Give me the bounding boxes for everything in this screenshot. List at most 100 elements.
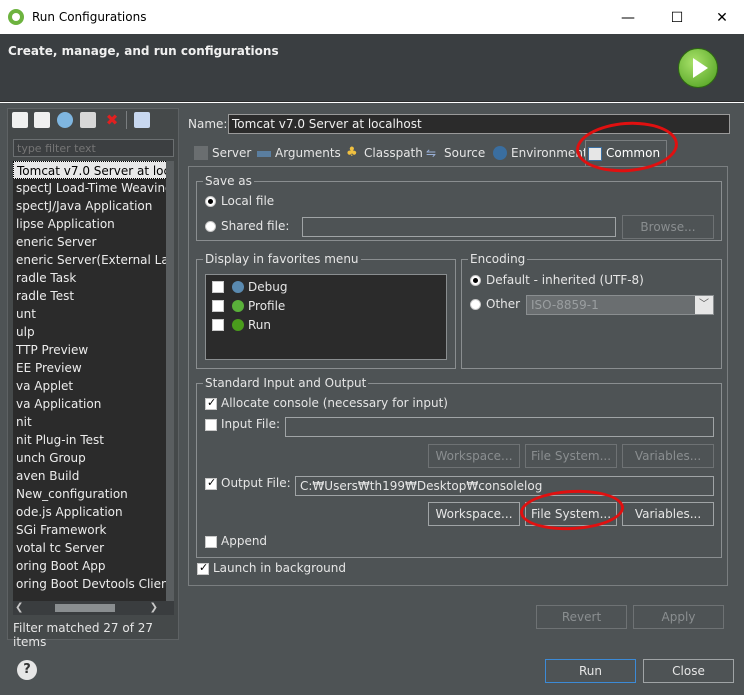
other-encoding-radio[interactable]	[470, 299, 481, 310]
launch-background-checkbox[interactable]	[197, 561, 209, 575]
tree-item[interactable]: unt	[13, 305, 174, 323]
delete-icon[interactable]: ✖	[104, 112, 120, 128]
duplicate-icon[interactable]	[80, 112, 96, 128]
output-file-field[interactable]: C:₩Users₩th199₩Desktop₩consolelog	[295, 476, 714, 496]
tab-common[interactable]: Common	[585, 140, 668, 166]
tree-item[interactable]: EE Preview	[13, 359, 174, 377]
name-label: Name:	[188, 117, 228, 131]
server-icon	[194, 146, 208, 160]
chevron-down-icon[interactable]: ﹀	[695, 296, 713, 314]
new-prototype-icon[interactable]	[34, 112, 50, 128]
encoding-select[interactable]: ISO-8859-1 ﹀	[526, 295, 714, 315]
input-file-system-button[interactable]: File System...	[525, 444, 617, 468]
filter-input[interactable]	[13, 139, 174, 157]
tree-item[interactable]: va Applet	[13, 377, 174, 395]
tab-environment[interactable]: Environment	[491, 142, 588, 164]
tree-item[interactable]: TTP Preview	[13, 341, 174, 359]
tree-item[interactable]: SGi Framework	[13, 521, 174, 539]
shared-file-input[interactable]	[302, 217, 616, 237]
export-icon[interactable]	[57, 112, 73, 128]
close-window-button[interactable]: ✕	[700, 6, 744, 30]
tree-item[interactable]: lipse Application	[13, 215, 174, 233]
classpath-icon: ♣	[346, 145, 358, 160]
browse-button[interactable]: Browse...	[622, 215, 714, 239]
allocate-console-label: Allocate console (necessary for input)	[221, 396, 448, 410]
tree-item[interactable]: aven Build	[13, 467, 174, 485]
run-checkbox[interactable]	[212, 319, 224, 331]
tree-item[interactable]: eneric Server	[13, 233, 174, 251]
new-configuration-icon[interactable]	[12, 112, 28, 128]
tab-source[interactable]: ⇋ Source	[424, 142, 485, 164]
close-button[interactable]: Close	[643, 659, 734, 683]
source-icon: ⇋	[426, 146, 437, 160]
tree-item[interactable]: nit Plug-in Test	[13, 431, 174, 449]
default-encoding-radio[interactable]	[470, 275, 481, 286]
output-variables-button[interactable]: Variables...	[622, 502, 714, 526]
tab-label: Common	[606, 146, 661, 160]
run-button[interactable]: Run	[545, 659, 636, 683]
tab-label: Server	[212, 146, 252, 160]
tab-arguments[interactable]: Arguments	[255, 142, 341, 164]
input-file-field[interactable]	[285, 417, 714, 437]
tree-item-new-configuration[interactable]: New_configuration	[13, 485, 174, 503]
input-file-checkbox[interactable]	[205, 419, 217, 431]
input-workspace-button[interactable]: Workspace...	[428, 444, 520, 468]
allocate-console-checkbox[interactable]	[205, 396, 217, 410]
output-file-system-button[interactable]: File System...	[525, 502, 617, 526]
input-file-label: Input File:	[221, 417, 281, 431]
profile-checkbox[interactable]	[212, 300, 224, 312]
append-label: Append	[221, 534, 268, 548]
output-file-label: Output File:	[221, 476, 291, 490]
profile-icon	[232, 300, 244, 312]
minimize-button[interactable]: —	[606, 6, 650, 30]
tab-classpath[interactable]: ♣ Classpath	[344, 142, 423, 164]
launch-background-label: Launch in background	[213, 561, 346, 575]
local-file-radio[interactable]	[205, 196, 216, 207]
tree-item[interactable]: nit	[13, 413, 174, 431]
tree-item[interactable]: radle Test	[13, 287, 174, 305]
apply-button[interactable]: Apply	[633, 605, 724, 629]
run-label: Run	[248, 318, 272, 332]
tree-item-tomcat[interactable]: Tomcat v7.0 Server at localhost	[13, 161, 174, 179]
tree-item[interactable]: radle Task	[13, 269, 174, 287]
append-checkbox[interactable]	[205, 536, 217, 548]
tab-label: Source	[444, 146, 486, 160]
tree-item[interactable]: ode.js Application	[13, 503, 174, 521]
common-icon	[588, 147, 602, 161]
favorites-group: Display in favorites menu Debug Profile …	[196, 252, 456, 369]
tree-item[interactable]: unch Group	[13, 449, 174, 467]
tree-item[interactable]: oring Boot App	[13, 557, 174, 575]
collapse-all-icon[interactable]	[134, 112, 150, 128]
output-workspace-button[interactable]: Workspace...	[428, 502, 520, 526]
run-icon	[232, 319, 244, 331]
tree-item[interactable]: va Application	[13, 395, 174, 413]
tab-label: Classpath	[364, 146, 423, 160]
input-variables-button[interactable]: Variables...	[622, 444, 714, 468]
toolbar-divider	[126, 111, 127, 129]
run-banner-icon	[678, 48, 718, 88]
shared-file-radio[interactable]	[205, 221, 216, 232]
scroll-right-icon[interactable]: ❯	[150, 601, 158, 615]
revert-button[interactable]: Revert	[536, 605, 627, 629]
tree-item[interactable]: eneric Server(External Launch)	[13, 251, 174, 269]
tree-vertical-scrollbar[interactable]	[166, 161, 174, 601]
tree-item[interactable]: spectJ/Java Application	[13, 197, 174, 215]
output-file-checkbox[interactable]	[205, 476, 217, 490]
tree-item[interactable]: ulp	[13, 323, 174, 341]
tree-item[interactable]: votal tc Server	[13, 539, 174, 557]
debug-icon	[232, 281, 244, 293]
tree-horizontal-scrollbar[interactable]: ❮ ❯	[13, 601, 174, 615]
configuration-list-panel: ✖ Tomcat v7.0 Server at localhost spectJ…	[7, 108, 179, 649]
tab-server[interactable]: Server	[192, 142, 251, 164]
help-icon[interactable]: ?	[17, 660, 37, 680]
shared-file-label: Shared file:	[221, 219, 290, 233]
tree-item[interactable]: spectJ Load-Time Weaving	[13, 179, 174, 197]
scroll-left-icon[interactable]: ❮	[15, 601, 23, 615]
debug-checkbox[interactable]	[212, 281, 224, 293]
environment-icon	[493, 146, 507, 160]
maximize-button[interactable]: ☐	[655, 6, 699, 30]
default-encoding-label: Default - inherited (UTF-8)	[486, 273, 644, 287]
name-field[interactable]: Tomcat v7.0 Server at localhost	[228, 114, 730, 134]
tree-item[interactable]: oring Boot Devtools Client	[13, 575, 174, 593]
save-as-label: Save as	[203, 174, 254, 188]
